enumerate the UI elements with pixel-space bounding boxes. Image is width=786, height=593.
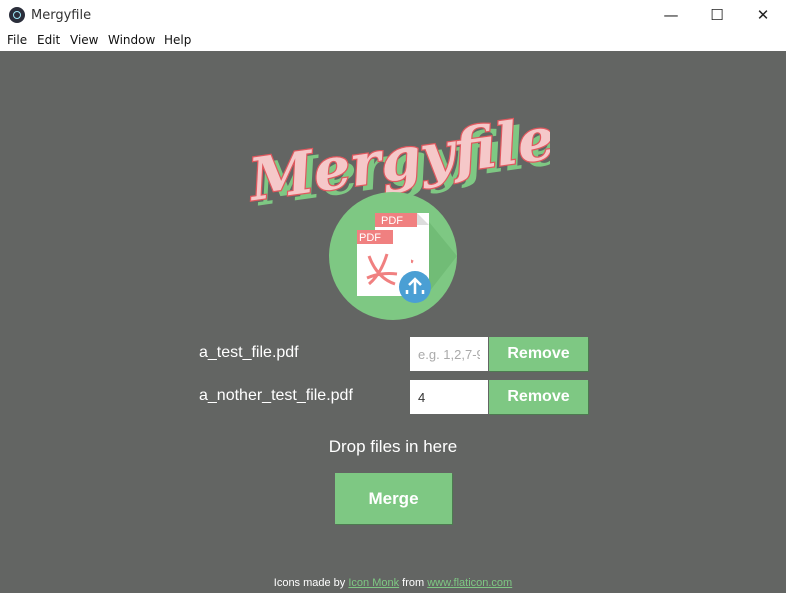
page-range-input[interactable] <box>410 337 488 371</box>
electron-app-icon <box>9 7 25 23</box>
menu-view[interactable]: View <box>70 33 98 47</box>
close-button[interactable]: ✕ <box>740 0 786 31</box>
menu-edit[interactable]: Edit <box>37 33 60 47</box>
menu-bar: File Edit View Window Help <box>0 31 786 51</box>
icon-author-link[interactable]: Icon Monk <box>348 577 399 589</box>
flaticon-link[interactable]: www.flaticon.com <box>427 577 512 589</box>
main-content: Mergyfile Mergyfile PDF PDF a_test_file.… <box>0 51 786 593</box>
file-name: a_nother_test_file.pdf <box>199 387 353 404</box>
file-name: a_test_file.pdf <box>199 344 299 361</box>
menu-window[interactable]: Window <box>108 33 155 47</box>
svg-text:PDF: PDF <box>359 232 381 244</box>
menu-help[interactable]: Help <box>164 33 191 47</box>
menu-file[interactable]: File <box>7 33 27 47</box>
remove-button[interactable]: Remove <box>489 380 588 414</box>
window-title: Mergyfile <box>31 8 92 23</box>
maximize-button[interactable]: ☐ <box>694 0 740 31</box>
page-range-input[interactable] <box>410 380 488 414</box>
title-bar: Mergyfile — ☐ ✕ <box>0 0 786 32</box>
minimize-button[interactable]: — <box>648 0 694 31</box>
mergyfile-logo: Mergyfile Mergyfile <box>242 103 550 206</box>
svg-text:PDF: PDF <box>381 215 403 227</box>
logo-text: Mergyfile <box>243 104 550 206</box>
remove-button[interactable]: Remove <box>489 337 588 371</box>
merge-button[interactable]: Merge <box>335 473 452 524</box>
attribution-footer: Icons made by Icon Monk from www.flatico… <box>0 577 786 589</box>
footer-prefix: Icons made by <box>273 577 349 589</box>
drop-zone-text[interactable]: Drop files in here <box>0 437 786 457</box>
footer-middle: from <box>399 577 428 589</box>
pdf-merge-icon: PDF PDF <box>329 192 457 320</box>
